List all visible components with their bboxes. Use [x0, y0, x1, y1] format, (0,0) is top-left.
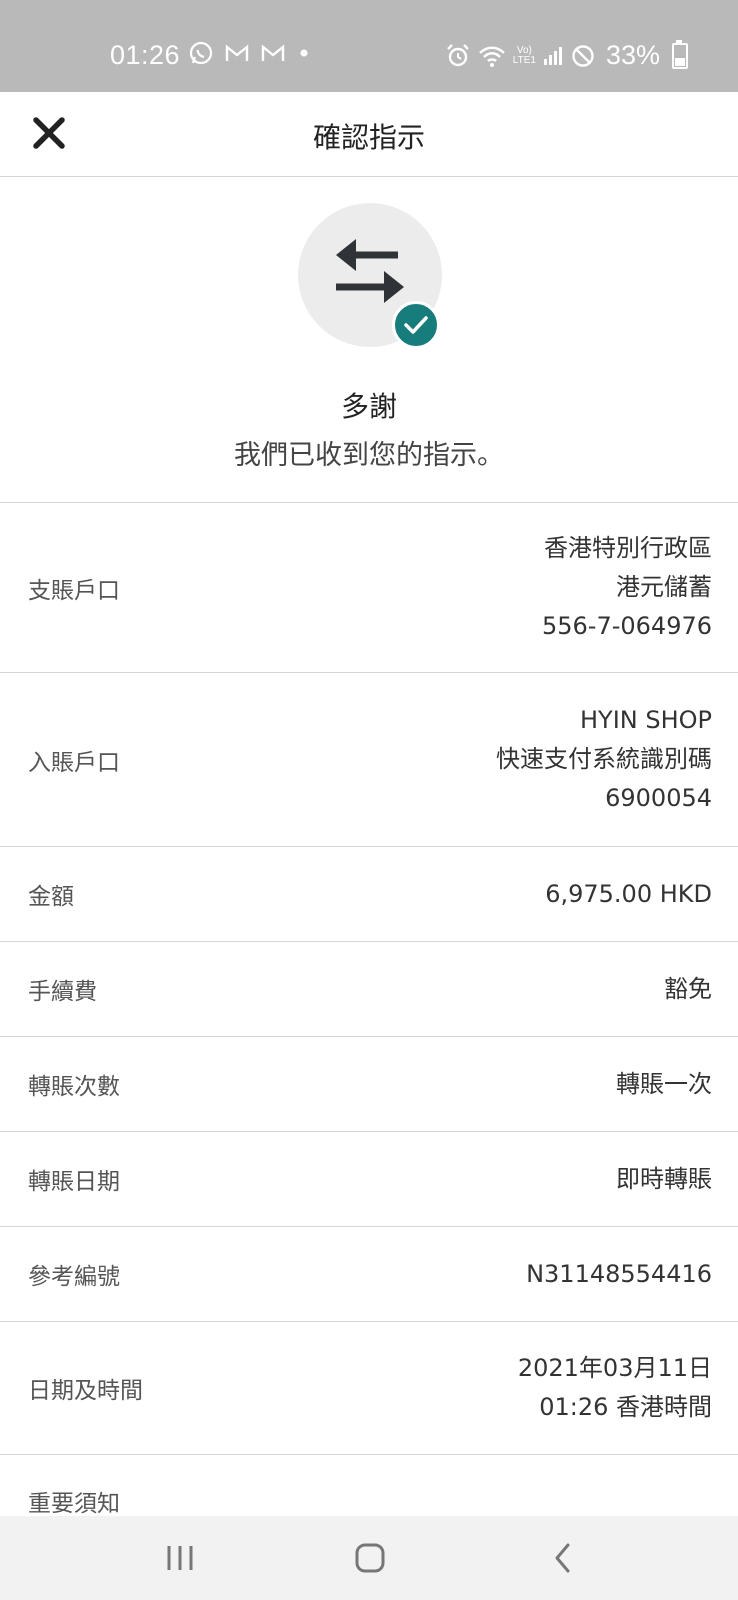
system-nav-bar	[0, 1516, 738, 1600]
detail-value-line: N31148554416	[526, 1259, 712, 1288]
home-icon	[355, 1543, 385, 1573]
status-time: 01:26	[110, 40, 181, 70]
detail-row-transfer-date: 轉賬日期 即時轉賬	[0, 1132, 738, 1227]
alarm-icon	[446, 43, 469, 66]
detail-row-frequency: 轉賬次數 轉賬一次	[0, 1037, 738, 1132]
thanks-title: 多謝	[340, 390, 397, 423]
header: 確認指示	[0, 92, 738, 177]
gmail-icon	[261, 44, 285, 61]
detail-label: 轉賬日期	[28, 1169, 120, 1195]
detail-row-amount: 金額 6,975.00 HKD	[0, 847, 738, 942]
status-right-icons: Vo) LTE1 33%	[445, 39, 688, 71]
detail-row-credit-account: 入賬戶口 HYIN SHOP 快速支付系統識別碼 6900054	[0, 673, 738, 847]
wifi-icon	[478, 46, 505, 67]
whatsapp-icon	[189, 41, 213, 65]
detail-value: 即時轉賬	[616, 1160, 712, 1199]
confirmation-hero: 多謝 我們已收到您的指示。	[0, 177, 738, 503]
back-button[interactable]	[548, 1540, 578, 1576]
detail-value-line: 港元儲蓄	[616, 573, 712, 601]
detail-row-datetime: 日期及時間 2021年03月11日 01:26 香港時間	[0, 1322, 738, 1455]
do-not-disturb-icon	[572, 44, 594, 67]
transfer-arrows-icon	[336, 239, 404, 303]
detail-value: N31148554416	[526, 1255, 712, 1294]
detail-value-line: 6900054	[605, 784, 712, 812]
detail-value: 轉賬一次	[616, 1065, 712, 1104]
detail-row-reference: 參考編號 N31148554416	[0, 1227, 738, 1322]
detail-label: 支賬戶口	[28, 577, 120, 604]
check-icon	[404, 316, 428, 334]
detail-value: 香港特別行政區 港元儲蓄 556-7-064976	[542, 529, 712, 646]
detail-row-fee: 手續費 豁免	[0, 942, 738, 1037]
detail-label: 參考編號	[28, 1264, 120, 1290]
lte-label: LTE1	[512, 54, 536, 66]
status-left-icons	[188, 40, 312, 66]
detail-value: 2021年03月11日 01:26 香港時間	[518, 1349, 712, 1427]
detail-value-line: HYIN SHOP	[579, 706, 712, 734]
battery-percent: 33%	[605, 40, 660, 70]
detail-value-line: 556-7-064976	[541, 612, 712, 640]
status-bar: 01:26 Vo) LTE1 33%	[0, 0, 738, 92]
battery-icon	[672, 39, 688, 69]
detail-label: 日期及時間	[28, 1378, 143, 1404]
detail-label: 手續費	[28, 979, 97, 1005]
volte-lte-icon: Vo) LTE1	[512, 44, 536, 66]
gmail-icon	[225, 44, 249, 61]
transfer-icon-circle	[298, 203, 442, 349]
page-title: 確認指示	[312, 121, 425, 154]
detail-value: 豁免	[664, 970, 712, 1009]
dot-icon	[300, 49, 308, 57]
detail-value: HYIN SHOP 快速支付系統識別碼 6900054	[496, 701, 712, 818]
detail-value-line: 豁免	[664, 974, 712, 1003]
detail-value-line: 轉賬一次	[616, 1069, 712, 1098]
detail-value: 6,975.00 HKD	[545, 875, 712, 914]
detail-label: 轉賬次數	[28, 1074, 120, 1100]
back-icon	[555, 1543, 570, 1573]
home-button[interactable]	[352, 1540, 388, 1576]
detail-value-line: 即時轉賬	[616, 1164, 712, 1193]
important-notice-heading: 重要須知	[28, 1491, 120, 1517]
detail-value-line: 6,975.00 HKD	[545, 879, 712, 908]
thanks-subtitle: 我們已收到您的指示。	[234, 440, 504, 471]
recent-apps-button[interactable]	[160, 1540, 200, 1576]
signal-icon	[543, 46, 562, 65]
detail-value-line: 香港特別行政區	[544, 534, 712, 562]
check-badge	[392, 301, 440, 349]
detail-value-line: 2021年03月11日	[517, 1354, 712, 1382]
detail-row-debit-account: 支賬戶口 香港特別行政區 港元儲蓄 556-7-064976	[0, 503, 738, 673]
detail-value-line: 01:26 香港時間	[539, 1393, 712, 1421]
detail-value-line: 快速支付系統識別碼	[496, 745, 712, 773]
recent-apps-icon	[167, 1546, 193, 1570]
volte-label: Vo)	[516, 44, 532, 56]
detail-label: 金額	[28, 884, 74, 910]
detail-label: 入賬戶口	[28, 749, 120, 776]
